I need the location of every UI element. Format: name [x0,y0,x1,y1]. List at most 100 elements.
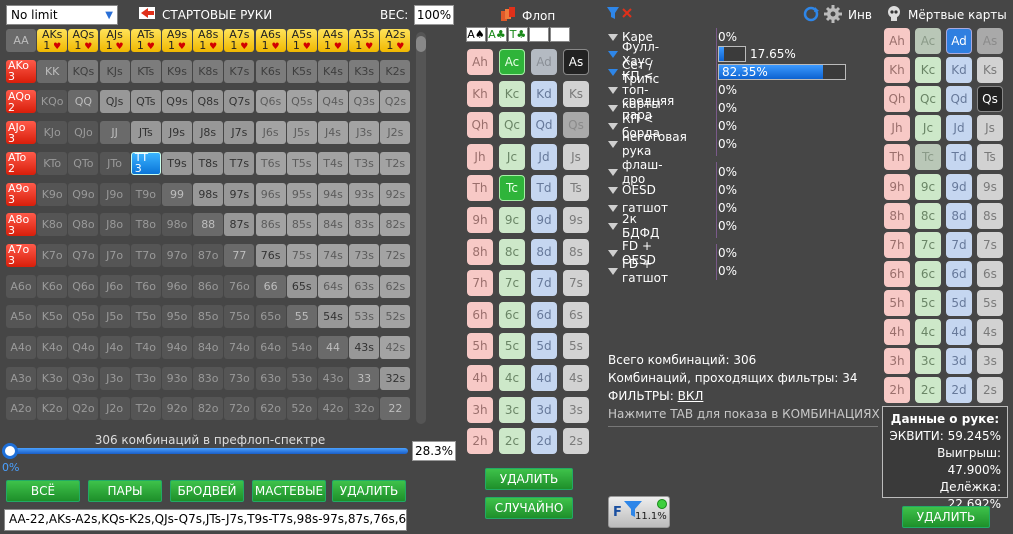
filter-row[interactable]: FD + гатшот [608,257,668,285]
hand-cell-Q9s[interactable]: Q9s [162,90,192,114]
flop-card-2s[interactable]: 2s [563,428,589,455]
hand-cell-88[interactable]: 88 [193,213,224,237]
dead-card-5c[interactable]: 5c [915,289,941,316]
hand-cell-J7o[interactable]: J7o [99,243,130,267]
hand-cell-96o[interactable]: 96o [162,274,192,298]
funnel-icon[interactable] [608,140,618,148]
dead-card-Qs[interactable]: Qs [977,86,1003,113]
hand-cell-K6s[interactable]: K6s [255,59,286,83]
hand-cell-K3o[interactable]: K3o [37,366,68,390]
pairs-button[interactable]: ПАРЫ [88,480,162,502]
flop-card-Ah[interactable]: Ah [467,49,493,75]
hand-cell-J6o[interactable]: J6o [99,274,130,298]
hand-cell-65o[interactable]: 65o [255,305,286,329]
hand-cell-K2o[interactable]: K2o [37,397,68,421]
flop-card-8h[interactable]: 8h [467,238,493,265]
hand-cell-Q2s[interactable]: Q2s [380,90,411,114]
flop-card-Ks[interactable]: Ks [563,80,589,107]
dead-card-4h[interactable]: 4h [884,319,910,345]
funnel-icon[interactable] [608,222,618,230]
dead-card-5h[interactable]: 5h [884,289,910,316]
hand-cell-66[interactable]: 66 [255,274,286,298]
hand-cell-T2o[interactable]: T2o [130,397,161,421]
hand-cell-97s[interactable]: 97s [224,182,255,206]
spectrum-percent-field[interactable]: 28.3% [412,441,456,461]
hand-cell-K9s[interactable]: K9s [162,59,192,83]
flop-card-9h[interactable]: 9h [467,207,493,233]
hand-cell-Q3o[interactable]: Q3o [68,366,99,390]
dead-card-Tc[interactable]: Tc [915,144,941,171]
flop-card-5d[interactable]: 5d [531,333,557,360]
flop-card-4d[interactable]: 4d [531,365,557,391]
funnel-icon[interactable] [608,186,618,194]
hand-cell-J5s[interactable]: J5s [286,121,317,145]
flop-card-3c[interactable]: 3c [499,396,525,423]
weight-scroll-thumb[interactable] [416,36,426,52]
hand-cell-Q7o[interactable]: Q7o [68,243,99,267]
filter-row[interactable]: флаш-дро [608,158,663,186]
dead-card-6s[interactable]: 6s [977,260,1003,287]
flop-slot[interactable]: T♣ [508,27,528,42]
flop-card-8d[interactable]: 8d [531,238,557,265]
hand-cell-Q6o[interactable]: Q6o [68,274,99,298]
hand-cell-A2o[interactable]: A2o [6,397,36,421]
hand-cell-75s[interactable]: 75s [286,243,317,267]
dead-card-Kh[interactable]: Kh [884,57,910,84]
flop-card-Ac[interactable]: Ac [499,49,525,75]
hand-cell-K5o[interactable]: K5o [37,305,68,329]
hand-cell-J4s[interactable]: J4s [318,121,348,145]
dead-card-8h[interactable]: 8h [884,202,910,229]
hand-cell-77[interactable]: 77 [224,243,255,267]
hand-cell-AJo[interactable]: AJo 3 [6,121,36,145]
flop-card-Kh[interactable]: Kh [467,80,493,107]
flop-card-7h[interactable]: 7h [467,270,493,297]
flop-card-4c[interactable]: 4c [499,365,525,391]
hand-cell-32s[interactable]: 32s [380,366,411,390]
hand-cell-J9o[interactable]: J9o [99,182,130,206]
limit-select[interactable]: No limit ▼ [6,5,118,25]
hand-cell-Q8s[interactable]: Q8s [193,90,224,114]
hand-cell-K7s[interactable]: K7s [224,59,255,83]
hand-cell-63s[interactable]: 63s [349,274,380,298]
hand-cell-A6o[interactable]: A6o [6,274,36,298]
hand-cell-97o[interactable]: 97o [162,243,192,267]
hand-cell-A2s[interactable]: A2s 1 ♥ [380,29,411,52]
hand-cell-T8s[interactable]: T8s [193,151,224,175]
hand-cell-96s[interactable]: 96s [255,182,286,206]
filter-badge-button[interactable]: F 11.1% [608,496,670,528]
hand-cell-Q5s[interactable]: Q5s [286,90,317,114]
dead-card-Ks[interactable]: Ks [977,57,1003,84]
hand-cell-A6s[interactable]: A6s 1 ♥ [255,29,286,52]
hand-cell-T4s[interactable]: T4s [318,151,348,175]
hand-cell-A9s[interactable]: A9s 1 ♥ [162,29,192,52]
spectrum-slider-track[interactable] [8,448,408,454]
hand-cell-QTs[interactable]: QTs [130,90,161,114]
hand-cell-Q9o[interactable]: Q9o [68,182,99,206]
hand-cell-53o[interactable]: 53o [286,366,317,390]
hand-cell-52o[interactable]: 52o [286,397,317,421]
funnel-icon[interactable] [608,168,618,176]
hand-cell-J5o[interactable]: J5o [99,305,130,329]
funnel-icon[interactable] [608,104,618,112]
inv-label[interactable]: Инв [848,8,872,22]
hand-cell-55[interactable]: 55 [286,305,317,329]
flop-card-Tc[interactable]: Tc [499,175,525,202]
flop-card-Th[interactable]: Th [467,175,493,202]
flop-card-Kd[interactable]: Kd [531,80,557,107]
hand-cell-KQs[interactable]: KQs [68,59,99,83]
hand-cell-JTs[interactable]: JTs [130,121,161,145]
flop-card-Ad[interactable]: Ad [531,49,557,75]
hand-cell-J6s[interactable]: J6s [255,121,286,145]
flop-card-2d[interactable]: 2d [531,428,557,455]
hand-cell-85o[interactable]: 85o [193,305,224,329]
dead-card-9c[interactable]: 9c [915,173,941,200]
hand-cell-KQo[interactable]: KQo [37,90,68,114]
flop-slot[interactable] [550,27,570,42]
dead-card-8d[interactable]: 8d [946,202,972,229]
hand-cell-TT[interactable]: TT 3 [130,151,161,175]
filter-row[interactable]: 2к БДФД [608,212,659,240]
flop-card-Jd[interactable]: Jd [531,143,557,170]
hand-cell-83o[interactable]: 83o [193,366,224,390]
hand-cell-QQ[interactable]: QQ [68,90,99,114]
hand-cell-QJo[interactable]: QJo [68,121,99,145]
